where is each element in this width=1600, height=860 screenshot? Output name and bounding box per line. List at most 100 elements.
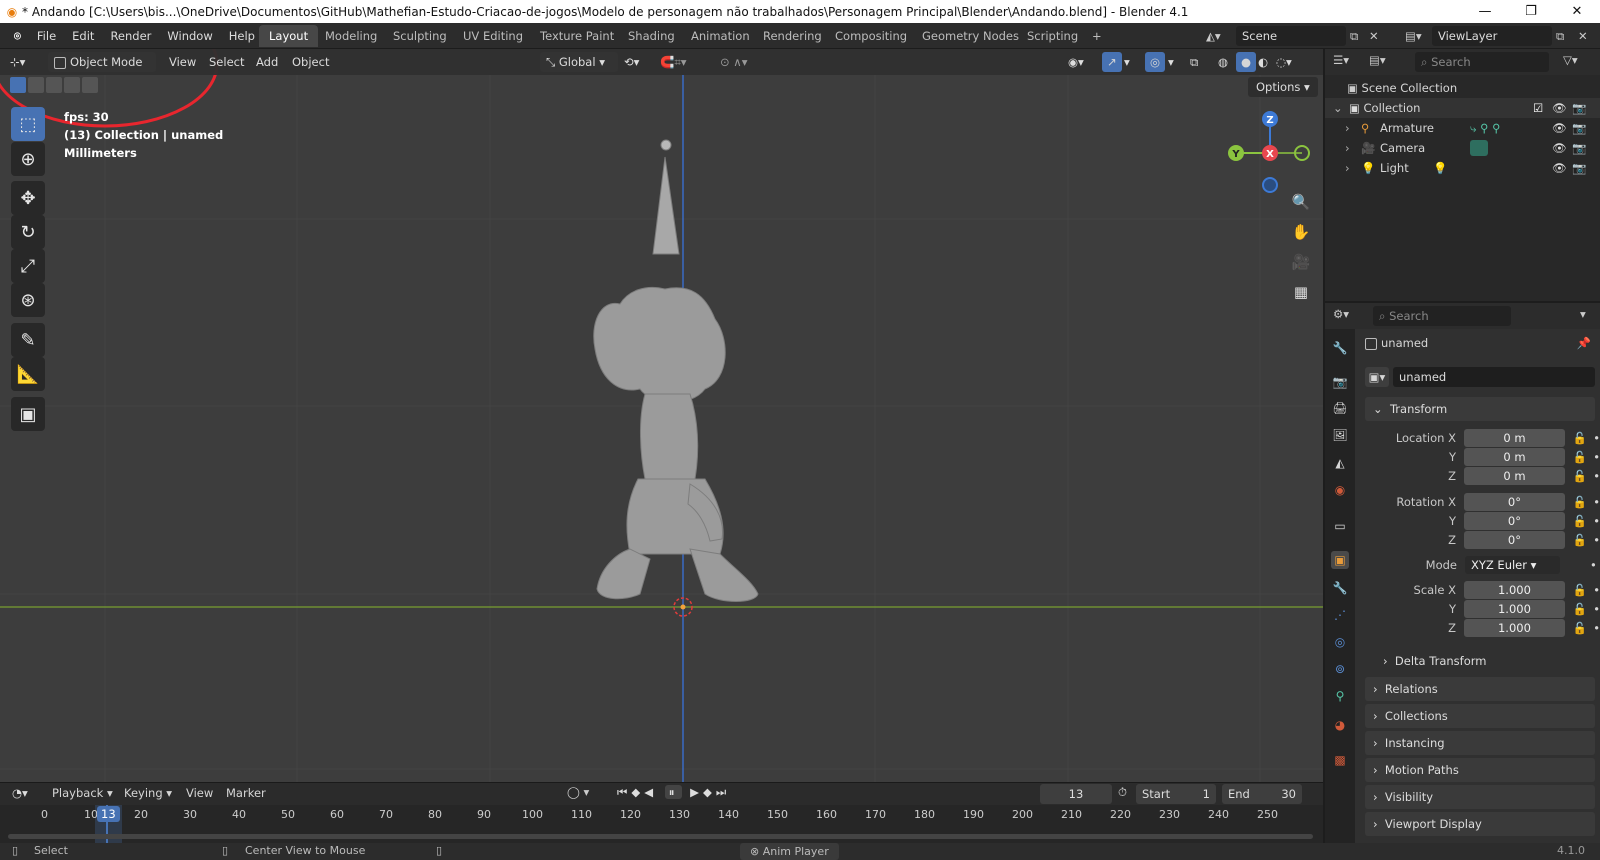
scene-field[interactable]: Scene — [1236, 26, 1346, 46]
transform-panel-header[interactable]: ⌄ Transform — [1365, 397, 1595, 421]
auto-keying-icon[interactable]: ◯ ▾ — [567, 785, 589, 799]
transform-tool[interactable]: ⊛ — [11, 283, 45, 317]
select-extend-icon[interactable] — [28, 77, 44, 93]
gizmo-dropdown-icon[interactable]: ▾ — [1124, 52, 1130, 72]
lock-icon[interactable]: 🔓 — [1573, 621, 1587, 635]
select-invert-icon[interactable] — [64, 77, 80, 93]
timeline-menu-view[interactable]: View — [186, 786, 213, 800]
material-shading-icon[interactable]: ◐ — [1258, 52, 1268, 72]
select-subtract-icon[interactable] — [46, 77, 62, 93]
pin-icon[interactable]: 📌 — [1577, 333, 1591, 353]
pan-hand-icon[interactable]: ✋ — [1288, 219, 1314, 245]
keyframe-dot-icon[interactable]: • — [1593, 450, 1600, 464]
tab-shading[interactable]: Shading — [618, 25, 685, 47]
measure-tool[interactable]: 📐 — [11, 357, 45, 391]
delta-transform-subpanel[interactable]: › Delta Transform — [1383, 652, 1486, 670]
menu-file[interactable]: File — [29, 29, 64, 43]
timeline-ruler[interactable]: 0 10 13 20 30 40 50 60 70 80 90 100 110 … — [0, 805, 1323, 843]
location-x-field[interactable]: 0 m — [1464, 428, 1565, 447]
add-workspace-button[interactable]: + — [1082, 25, 1112, 47]
keyframe-dot-icon[interactable]: • — [1593, 495, 1600, 509]
next-keyframe-icon[interactable]: ▶◆ — [690, 785, 716, 799]
tab-compositing[interactable]: Compositing — [825, 25, 917, 47]
render-camera-icon[interactable]: 📷 — [1572, 138, 1586, 158]
viewport-display-panel-header[interactable]: › Viewport Display — [1365, 812, 1595, 836]
object-browse-icon[interactable]: ▣▾ — [1365, 367, 1389, 387]
close-button[interactable]: ✕ — [1554, 0, 1600, 23]
outliner-item-camera[interactable]: › 🎥 Camera 👁 📷 — [1325, 138, 1600, 158]
prev-keyframe-icon[interactable]: ◆◀ — [631, 785, 657, 799]
annotate-tool[interactable]: ✎ — [11, 323, 45, 357]
rotation-x-field[interactable]: 0° — [1464, 492, 1565, 511]
expand-chevron-icon[interactable]: › — [1345, 138, 1350, 158]
world-tab-icon[interactable]: ◉ — [1331, 481, 1349, 499]
output-tab-icon[interactable]: 🖨 — [1331, 399, 1349, 417]
keyframe-dot-icon[interactable]: • — [1593, 583, 1600, 597]
eye-icon[interactable]: 👁 — [1552, 158, 1567, 178]
wireframe-shading-icon[interactable]: ◍ — [1218, 52, 1228, 72]
outliner-item-armature[interactable]: › ⚲ Armature ⤷ ⚲ ⚲ 👁 📷 — [1325, 118, 1600, 138]
lock-icon[interactable]: 🔓 — [1573, 583, 1587, 597]
material-tab-icon[interactable]: ◕ — [1331, 716, 1349, 734]
proportional-editing-icon[interactable]: ⊙ ∧▾ — [720, 52, 747, 72]
object-tab-icon[interactable]: ▣ — [1331, 551, 1349, 569]
editor-type-icon[interactable]: ⊹▾ — [10, 52, 42, 72]
properties-options-icon[interactable]: ▾ — [1580, 307, 1586, 321]
select-box-tool[interactable]: ⬚ — [11, 107, 45, 141]
scale-z-field[interactable]: 1.000 — [1464, 618, 1565, 637]
minimize-button[interactable]: — — [1462, 0, 1508, 23]
viewport-menu-select[interactable]: Select — [209, 52, 244, 72]
keyframe-dot-icon[interactable]: • — [1593, 533, 1600, 547]
tool-tab-icon[interactable]: 🔧 — [1331, 339, 1349, 357]
viewport-menu-object[interactable]: Object — [292, 52, 329, 72]
viewlayer-field[interactable]: ViewLayer — [1432, 26, 1552, 46]
render-camera-icon[interactable]: 📷 — [1572, 98, 1586, 118]
overlays-toggle-icon[interactable]: ◎ — [1145, 52, 1165, 72]
gizmo-toggle-icon[interactable]: ↗ — [1102, 52, 1122, 72]
outliner-editor-type-icon[interactable]: ☰▾ — [1333, 53, 1349, 67]
lock-icon[interactable]: 🔓 — [1573, 514, 1587, 528]
timeline-editor-type-icon[interactable]: ◔▾ — [12, 786, 28, 800]
eye-icon[interactable]: 👁 — [1552, 118, 1567, 138]
tab-animation[interactable]: Animation — [681, 25, 760, 47]
blender-menu-icon[interactable]: ⌾ — [6, 29, 29, 44]
lock-icon[interactable]: 🔓 — [1573, 469, 1587, 483]
menu-render[interactable]: Render — [102, 29, 159, 43]
keyframe-dot-icon[interactable]: • — [1593, 469, 1600, 483]
anim-player-button[interactable]: ⊗ Anim Player — [740, 843, 839, 860]
outliner-item-light[interactable]: › 💡 Light 💡 👁 📷 — [1325, 158, 1600, 178]
outliner-collection-row[interactable]: ⌄ ▣ Collection ☑ 👁 📷 — [1325, 98, 1600, 118]
rotation-z-field[interactable]: 0° — [1464, 530, 1565, 549]
scale-x-field[interactable]: 1.000 — [1464, 580, 1565, 599]
tab-geometry-nodes[interactable]: Geometry Nodes — [912, 25, 1029, 47]
tab-layout[interactable]: Layout — [259, 25, 319, 47]
collection-checkbox[interactable]: ☑ — [1533, 98, 1543, 118]
filter-icon[interactable]: ▽▾ — [1563, 53, 1578, 67]
new-scene-icon[interactable]: ⧉ — [1350, 26, 1358, 46]
collection-tab-icon[interactable]: ▭ — [1331, 517, 1349, 535]
texture-tab-icon[interactable]: ▩ — [1331, 751, 1349, 769]
lock-icon[interactable]: 🔓 — [1573, 495, 1587, 509]
timeline-menu-marker[interactable]: Marker — [226, 786, 266, 800]
ortho-grid-icon[interactable]: ▦ — [1288, 279, 1314, 305]
lock-icon[interactable]: 🔓 — [1573, 450, 1587, 464]
start-frame-field[interactable]: Start 1 — [1136, 784, 1216, 804]
tab-sculpting[interactable]: Sculpting — [383, 25, 457, 47]
render-camera-icon[interactable]: 📷 — [1572, 118, 1586, 138]
scene-tab-icon[interactable]: ◭ — [1331, 454, 1349, 472]
viewport-menu-view[interactable]: View — [169, 52, 196, 72]
keyframe-dot-icon[interactable]: • — [1593, 431, 1600, 445]
tab-rendering[interactable]: Rendering — [753, 25, 832, 47]
lock-icon[interactable]: 🔓 — [1573, 533, 1587, 547]
rotate-tool[interactable]: ↻ — [11, 215, 45, 249]
rotation-mode-dropdown[interactable]: XYZ Euler ▾ — [1465, 555, 1560, 574]
keyframe-dot-icon[interactable]: • — [1593, 514, 1600, 528]
jump-end-icon[interactable]: ⏭ — [716, 785, 730, 799]
display-mode-icon[interactable]: ▤▾ — [1369, 53, 1386, 67]
snap-icon[interactable]: 🧲⌗▾ — [660, 52, 687, 72]
xray-icon[interactable]: ⧉ — [1190, 52, 1198, 72]
visibility-icon[interactable]: ◉▾ — [1068, 52, 1084, 72]
timeline-menu-playback[interactable]: Playback ▾ — [52, 786, 113, 800]
move-tool[interactable]: ✥ — [11, 181, 45, 215]
lock-icon[interactable]: 🔓 — [1573, 602, 1587, 616]
